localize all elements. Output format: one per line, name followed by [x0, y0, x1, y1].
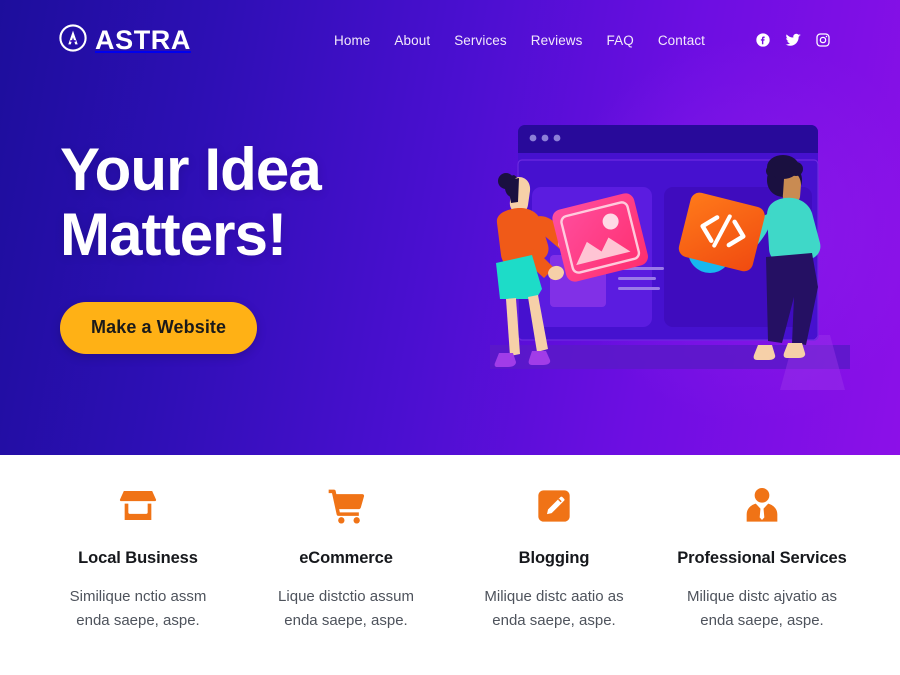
- feature-description: Milique distc ajvatio as enda saepe, asp…: [687, 585, 837, 634]
- main-navigation: Home About Services Reviews FAQ Contact: [334, 33, 705, 48]
- feature-title: Local Business: [78, 549, 198, 567]
- facebook-link[interactable]: [755, 32, 771, 48]
- hero-title-line-1: Your Idea: [60, 136, 322, 203]
- feature-title: Blogging: [518, 549, 590, 567]
- nav-item-reviews[interactable]: Reviews: [531, 33, 583, 48]
- hero-title: Your Idea Matters!: [60, 136, 460, 268]
- nav-item-home[interactable]: Home: [334, 33, 370, 48]
- feature-card-ecommerce[interactable]: eCommerce Lique distctio assum enda saep…: [242, 483, 450, 675]
- feature-desc-line-2: enda saepe, aspe.: [284, 612, 408, 630]
- brand-name: ASTRA: [95, 24, 191, 55]
- nav-item-contact[interactable]: Contact: [658, 33, 705, 48]
- instagram-icon: [815, 32, 831, 48]
- astra-circle-a-icon: [58, 23, 88, 58]
- landing-page: ASTRA Home About Services Reviews FAQ Co…: [0, 0, 900, 675]
- feature-title: eCommerce: [299, 549, 393, 567]
- feature-description: Similique nctio assm enda saepe, aspe.: [70, 585, 207, 634]
- businessperson-icon: [742, 483, 782, 529]
- twitter-link[interactable]: [785, 32, 801, 48]
- feature-desc-line-1: Milique distc ajvatio as: [686, 588, 838, 605]
- facebook-icon: [755, 32, 771, 48]
- feature-desc-line-1: Milique distc aatio as: [484, 588, 624, 605]
- feature-desc-line-1: Similique nctio assm: [69, 588, 207, 605]
- features-section: Local Business Similique nctio assm enda…: [0, 455, 900, 675]
- hero-body: Your Idea Matters! Make a Website: [0, 80, 900, 354]
- instagram-link[interactable]: [815, 32, 831, 48]
- feature-description: Milique distc aatio as enda saepe, aspe.: [484, 585, 623, 634]
- make-a-website-button[interactable]: Make a Website: [60, 301, 258, 354]
- hero-title-line-2: Matters!: [60, 200, 287, 268]
- nav-item-services[interactable]: Services: [454, 33, 507, 48]
- feature-card-local-business[interactable]: Local Business Similique nctio assm enda…: [34, 483, 242, 675]
- storefront-icon: [117, 483, 159, 529]
- feature-title: Professional Services: [677, 549, 847, 567]
- social-links: [755, 32, 831, 48]
- feature-desc-line-1: Lique distctio assum: [278, 588, 414, 605]
- feature-card-blogging[interactable]: Blogging Milique distc aatio as enda sae…: [450, 483, 658, 675]
- feature-desc-line-2: enda saepe, aspe.: [76, 612, 200, 630]
- feature-description: Lique distctio assum enda saepe, aspe.: [278, 585, 414, 634]
- hero-section: ASTRA Home About Services Reviews FAQ Co…: [0, 0, 900, 455]
- nav-item-about[interactable]: About: [394, 33, 430, 48]
- shopping-cart-icon: [325, 483, 367, 529]
- hero-copy: Your Idea Matters! Make a Website: [60, 80, 460, 354]
- nav-item-faq[interactable]: FAQ: [607, 33, 634, 48]
- twitter-icon: [785, 32, 801, 48]
- brand-logo[interactable]: ASTRA: [58, 23, 191, 58]
- feature-card-professional-services[interactable]: Professional Services Milique distc ajva…: [658, 483, 866, 675]
- site-header: ASTRA Home About Services Reviews FAQ Co…: [0, 0, 900, 80]
- feature-desc-line-2: enda saepe, aspe.: [492, 612, 616, 630]
- pencil-square-icon: [534, 483, 574, 529]
- feature-desc-line-2: enda saepe, aspe.: [700, 612, 824, 630]
